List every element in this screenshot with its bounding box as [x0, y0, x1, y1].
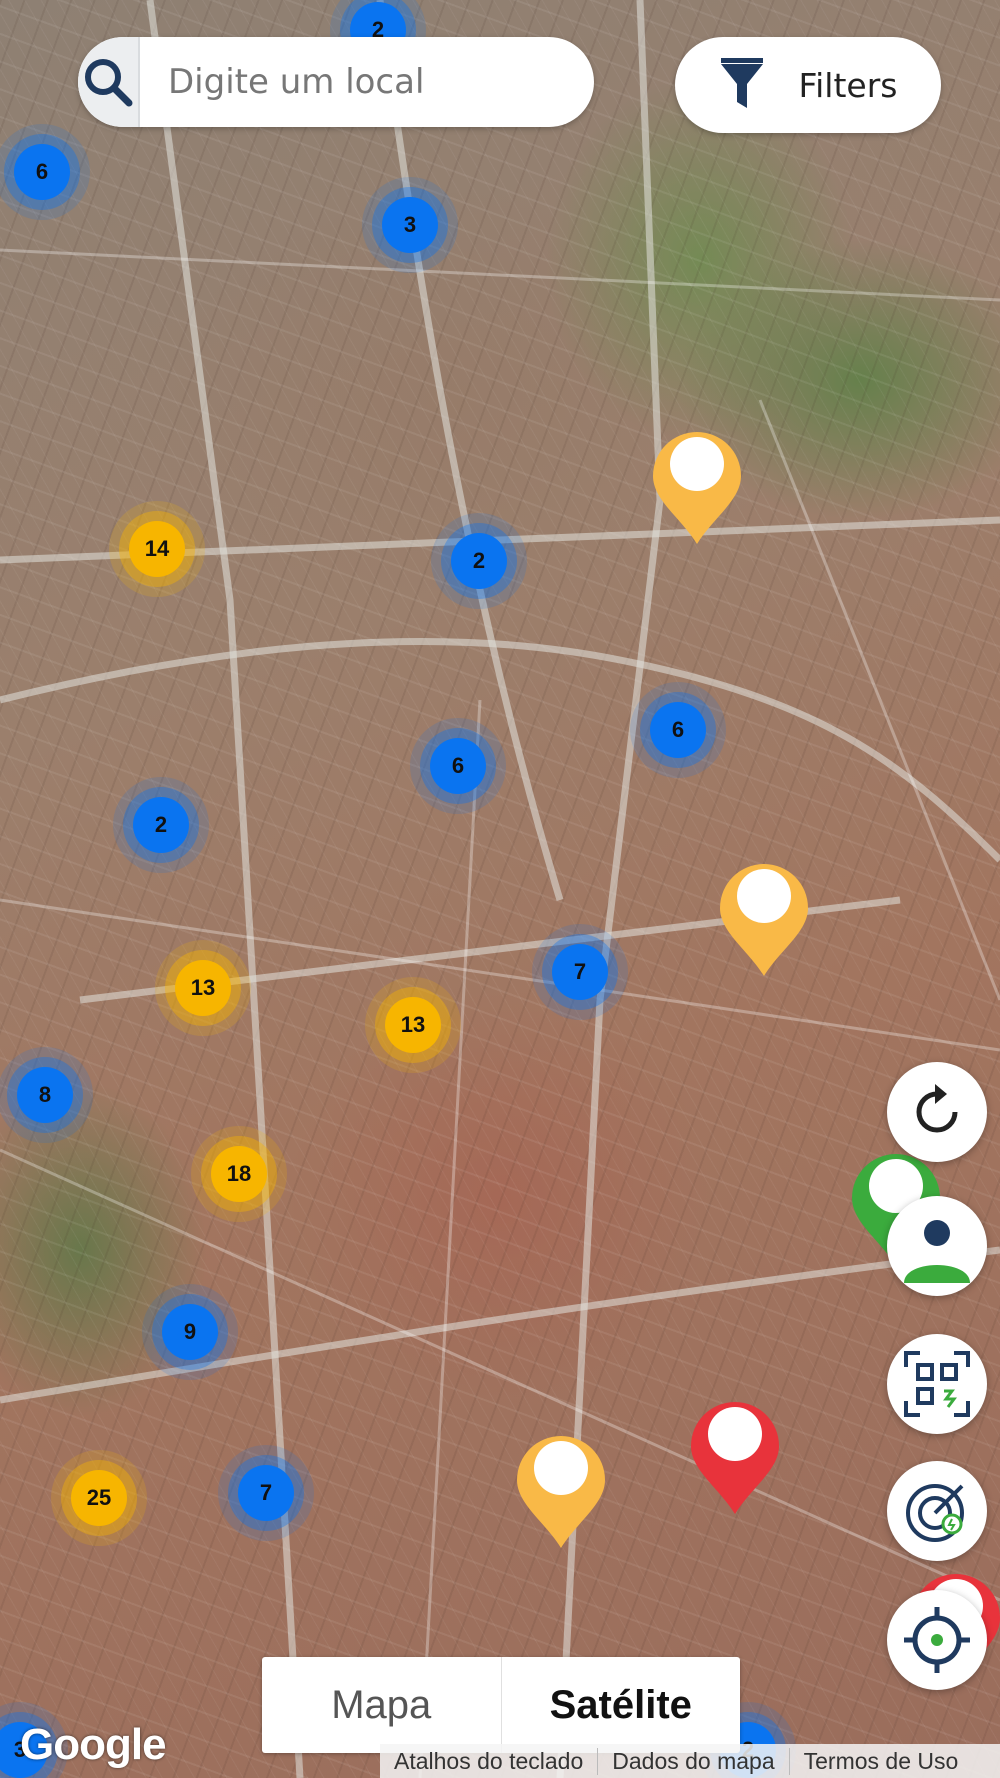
- location-pin[interactable]: [689, 1400, 781, 1516]
- cluster-marker[interactable]: 6: [650, 702, 706, 758]
- map-type-satellite-button[interactable]: Satélite: [502, 1657, 741, 1753]
- cluster-marker[interactable]: 14: [129, 521, 185, 577]
- map-type-toggle[interactable]: Mapa Satélite: [262, 1657, 740, 1753]
- cluster-marker[interactable]: 9: [162, 1304, 218, 1360]
- satellite-map[interactable]: 2 6 3 14 2 6 6 2 13 13 7 8 18 9 25 7 3 2: [0, 0, 1000, 1778]
- user-location-button[interactable]: [887, 1196, 987, 1296]
- map-attribution: Atalhos do teclado Dados do mapa Termos …: [380, 1744, 1000, 1778]
- cluster-marker[interactable]: 2: [451, 533, 507, 589]
- map-data-link[interactable]: Dados do mapa: [598, 1747, 790, 1775]
- cluster-marker[interactable]: 6: [14, 144, 70, 200]
- cluster-marker[interactable]: 7: [552, 944, 608, 1000]
- refresh-button[interactable]: [887, 1062, 987, 1162]
- filters-button[interactable]: Filters: [675, 37, 941, 133]
- locate-me-button[interactable]: [887, 1590, 987, 1690]
- locate-me-icon: [904, 1607, 970, 1673]
- google-logo: Google: [20, 1720, 167, 1769]
- qr-scan-button[interactable]: [887, 1334, 987, 1434]
- cluster-marker[interactable]: 13: [175, 960, 231, 1016]
- cluster-marker[interactable]: 13: [385, 997, 441, 1053]
- location-pin[interactable]: [651, 430, 743, 546]
- filters-label: Filters: [798, 65, 898, 105]
- user-location-icon: [904, 1215, 970, 1283]
- keyboard-shortcuts-link[interactable]: Atalhos do teclado: [380, 1747, 599, 1775]
- terms-link[interactable]: Termos de Uso: [790, 1748, 973, 1775]
- refresh-icon: [916, 1084, 958, 1133]
- search-input[interactable]: [140, 37, 594, 127]
- map-roads: [0, 0, 1000, 1778]
- cluster-marker[interactable]: 8: [17, 1067, 73, 1123]
- map-type-map-button[interactable]: Mapa: [262, 1657, 502, 1753]
- cluster-marker[interactable]: 6: [430, 738, 486, 794]
- location-pin[interactable]: [718, 862, 810, 978]
- location-pin[interactable]: [515, 1434, 607, 1550]
- charger-radar-icon: [906, 1484, 964, 1542]
- search-icon: [85, 59, 133, 107]
- cluster-marker[interactable]: 2: [133, 797, 189, 853]
- charger-radar-button[interactable]: [887, 1461, 987, 1561]
- cluster-marker[interactable]: 7: [238, 1465, 294, 1521]
- qr-scan-icon: [904, 1351, 970, 1417]
- cluster-marker[interactable]: 18: [211, 1146, 267, 1202]
- filter-icon: [720, 58, 763, 108]
- cluster-marker[interactable]: 25: [71, 1470, 127, 1526]
- search-bar[interactable]: [78, 37, 594, 127]
- cluster-marker[interactable]: 3: [382, 197, 438, 253]
